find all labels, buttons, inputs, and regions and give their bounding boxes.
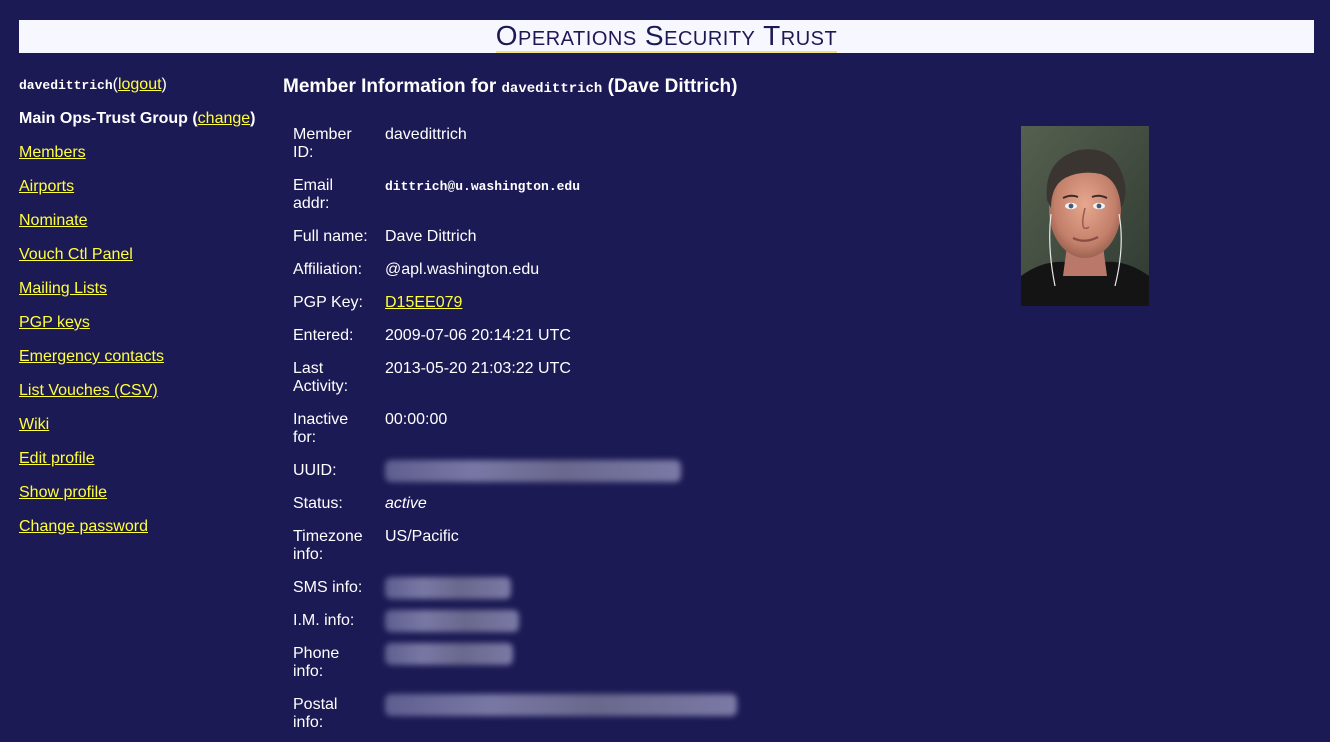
sidebar-item-mailing-lists[interactable]: Mailing Lists bbox=[19, 280, 107, 297]
page-title: Member Information for davedittrich (Dav… bbox=[283, 76, 1313, 100]
label-phone-2: info: bbox=[293, 663, 324, 680]
username: davedittrich bbox=[19, 78, 113, 93]
label-last-activity-2: Activity: bbox=[293, 378, 349, 395]
group-label: Main Ops-Trust Group bbox=[19, 110, 188, 127]
title-name: (Dave Dittrich) bbox=[607, 76, 738, 97]
label-postal-1: Postal bbox=[293, 696, 338, 713]
value-email: dittrich@u.washington.edu bbox=[385, 179, 581, 194]
change-group-link[interactable]: change bbox=[198, 110, 251, 127]
sidebar-item-list-vouches[interactable]: List Vouches (CSV) bbox=[19, 382, 158, 399]
sidebar-item-airports[interactable]: Airports bbox=[19, 178, 74, 195]
label-last-activity-1: Last bbox=[293, 360, 324, 377]
value-full-name: Dave Dittrich bbox=[385, 228, 477, 245]
label-affiliation: Affiliation: bbox=[293, 261, 363, 278]
redacted-phone bbox=[385, 643, 513, 665]
row-affiliation: Affiliation: @apl.washington.edu bbox=[293, 261, 737, 294]
title-user: davedittrich bbox=[501, 81, 603, 97]
redacted-postal bbox=[385, 694, 737, 716]
sidebar-item-pgp-keys[interactable]: PGP keys bbox=[19, 314, 90, 331]
label-im: I.M. info: bbox=[293, 612, 355, 629]
value-member-id: davedittrich bbox=[385, 126, 467, 143]
logout-link[interactable]: logout bbox=[118, 76, 162, 93]
sidebar-item-vouch-ctl-panel[interactable]: Vouch Ctl Panel bbox=[19, 246, 133, 263]
header-bar: Operations Security Trust bbox=[19, 20, 1314, 53]
sidebar-item-show-profile[interactable]: Show profile bbox=[19, 484, 107, 501]
main-content: Member Information for davedittrich (Dav… bbox=[283, 76, 1313, 731]
portrait-image bbox=[1021, 126, 1149, 306]
group-row: Main Ops-Trust Group (change) bbox=[19, 110, 256, 127]
row-im: I.M. info: bbox=[293, 610, 737, 645]
sidebar-item-wiki[interactable]: Wiki bbox=[19, 416, 49, 433]
label-uuid: UUID: bbox=[293, 462, 337, 479]
row-email: Email addr: dittrich@u.washington.edu bbox=[293, 177, 737, 228]
label-status: Status: bbox=[293, 495, 343, 512]
row-entered: Entered: 2009-07-06 20:14:21 UTC bbox=[293, 327, 737, 360]
label-inactive-for-2: for: bbox=[293, 429, 317, 446]
redacted-uuid bbox=[385, 460, 681, 482]
row-postal: Postal info: bbox=[293, 694, 737, 736]
label-entered: Entered: bbox=[293, 327, 354, 344]
redacted-im bbox=[385, 610, 519, 632]
member-photo bbox=[1021, 126, 1149, 306]
sidebar-item-emergency-contacts[interactable]: Emergency contacts bbox=[19, 348, 164, 365]
sidebar-item-edit-profile[interactable]: Edit profile bbox=[19, 450, 95, 467]
row-uuid: UUID: bbox=[293, 460, 737, 495]
value-inactive-for: 00:00:00 bbox=[385, 411, 448, 428]
redacted-sms bbox=[385, 577, 511, 599]
value-affiliation: @apl.washington.edu bbox=[385, 261, 540, 278]
site-title: Operations Security Trust bbox=[495, 20, 838, 53]
label-sms: SMS info: bbox=[293, 579, 363, 596]
member-info-table: Member ID: davedittrich Email addr: dittri… bbox=[293, 126, 737, 736]
row-full-name: Full name: Dave Dittrich bbox=[293, 228, 737, 261]
row-pgp-key: PGP Key: D15EE079 bbox=[293, 294, 737, 327]
label-inactive-for-1: Inactive bbox=[293, 411, 349, 428]
sidebar-item-members[interactable]: Members bbox=[19, 144, 86, 161]
label-timezone-2: info: bbox=[293, 546, 324, 563]
label-email-1: Email bbox=[293, 177, 334, 194]
value-last-activity: 2013-05-20 21:03:22 UTC bbox=[385, 360, 571, 377]
label-member-id-2: ID: bbox=[293, 144, 314, 161]
row-inactive-for: Inactive for: 00:00:00 bbox=[293, 411, 737, 462]
row-phone: Phone info: bbox=[293, 643, 737, 696]
sidebar-item-change-password[interactable]: Change password bbox=[19, 518, 148, 535]
sidebar: davedittrich(logout) Main Ops-Trust Grou… bbox=[19, 76, 274, 552]
label-pgp-key: PGP Key: bbox=[293, 294, 363, 311]
sidebar-item-nominate[interactable]: Nominate bbox=[19, 212, 87, 229]
label-email-2: addr: bbox=[293, 195, 330, 212]
label-postal-2: info: bbox=[293, 714, 324, 731]
label-full-name: Full name: bbox=[293, 228, 368, 245]
row-timezone: Timezone info: US/Pacific bbox=[293, 528, 737, 579]
label-timezone-1: Timezone bbox=[293, 528, 363, 545]
row-status: Status: active bbox=[293, 495, 737, 528]
row-last-activity: Last Activity: 2013-05-20 21:03:22 UTC bbox=[293, 360, 737, 411]
value-entered: 2009-07-06 20:14:21 UTC bbox=[385, 327, 571, 344]
pgp-key-link[interactable]: D15EE079 bbox=[385, 294, 462, 311]
user-row: davedittrich(logout) bbox=[19, 76, 167, 93]
value-status: active bbox=[385, 495, 427, 512]
value-timezone: US/Pacific bbox=[385, 528, 459, 545]
label-member-id-1: Member bbox=[293, 126, 352, 143]
label-phone-1: Phone bbox=[293, 645, 340, 662]
row-sms: SMS info: bbox=[293, 577, 737, 612]
row-member-id: Member ID: davedittrich bbox=[293, 126, 737, 177]
title-prefix: Member Information for bbox=[283, 76, 497, 97]
